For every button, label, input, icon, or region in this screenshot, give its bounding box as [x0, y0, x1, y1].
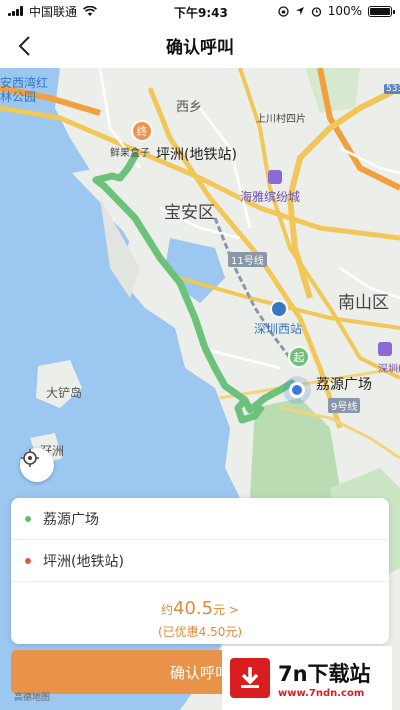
wifi-icon [83, 5, 97, 16]
alarm-icon [311, 6, 321, 17]
map-label-line9: 9号线 [328, 398, 361, 413]
store-icon [378, 342, 392, 356]
status-bar: 中国联通 下午9:43 100% [0, 0, 400, 22]
rotation-lock-icon [278, 5, 289, 17]
price-amount: 40.5 [173, 598, 214, 619]
price-estimate[interactable]: 约40.5元 > (已优惠4.50元) [11, 582, 389, 640]
price-suffix: 元 > [213, 603, 239, 617]
map-label-shangchuan: 上川村四片 [256, 114, 306, 125]
battery-label: 100% [327, 4, 362, 18]
map-label-shenzhen-west: 深圳西站 [254, 322, 303, 336]
carrier-label: 中国联通 [29, 4, 78, 19]
origin-row[interactable]: 荔源广场 [11, 498, 389, 540]
watermark-url: www.7ndn.com [278, 687, 365, 699]
map-label-line11: 11号线 [228, 252, 267, 267]
price-line: 约40.5元 > [11, 598, 389, 619]
map-label-xianguo: 鲜果盒子 [110, 148, 150, 159]
chevron-left-icon [18, 36, 30, 56]
watermark: 7n下载站 www.7ndn.com [222, 646, 392, 710]
watermark-title: 7n下载站 [278, 661, 371, 686]
battery-icon [368, 5, 395, 17]
back-button[interactable] [8, 30, 40, 62]
map-label-shenzhen-store: 深圳店 [378, 364, 400, 375]
end-marker[interactable]: 终 [131, 120, 153, 142]
map-label-road-533: 533 [384, 84, 400, 94]
railway-station-icon [270, 300, 288, 318]
map-label-lizhiyuan: 荔源广场 [316, 377, 372, 393]
origin-label: 荔源广场 [43, 511, 99, 528]
map-label-xixiang: 西乡 [176, 100, 203, 115]
destination-label: 坪洲(地铁站) [43, 553, 124, 570]
map-label-bay-park: 安西湾红 林公园 [0, 76, 49, 104]
map-label-nanshan: 南山区 [338, 293, 389, 313]
discount-label: (已优惠4.50元) [157, 625, 243, 639]
screen: 中国联通 下午9:43 100% 确认呼叫 安西湾红 林公园 西乡 上川村四片 … [0, 0, 400, 710]
location-icon [295, 7, 304, 15]
current-location-icon [289, 382, 305, 398]
start-marker[interactable]: 起 [288, 346, 310, 368]
time-label: 下午9:43 [174, 6, 228, 20]
map-label-haiya: 海雅缤纷城 [240, 190, 301, 204]
locate-button[interactable] [20, 448, 54, 482]
signal-icon [8, 6, 23, 16]
origin-dot [25, 515, 31, 522]
nav-bar: 确认呼叫 [0, 22, 400, 68]
download-icon [230, 658, 270, 698]
shopping-icon [268, 170, 282, 184]
crosshair-icon [21, 449, 39, 467]
page-title: 确认呼叫 [166, 37, 234, 58]
trip-card: 荔源广场 坪洲(地铁站) 约40.5元 > (已优惠4.50元) [11, 498, 389, 644]
destination-row[interactable]: 坪洲(地铁站) [11, 540, 389, 582]
map-label-baoan: 宝安区 [164, 203, 215, 223]
destination-dot [25, 557, 31, 564]
amap-logo: 高德地图 [14, 693, 51, 703]
map-label-dachan: 大铲岛 [46, 386, 83, 400]
map-label-pingzhou: 坪洲(地铁站) [156, 147, 237, 163]
price-prefix: 约 [161, 603, 174, 617]
